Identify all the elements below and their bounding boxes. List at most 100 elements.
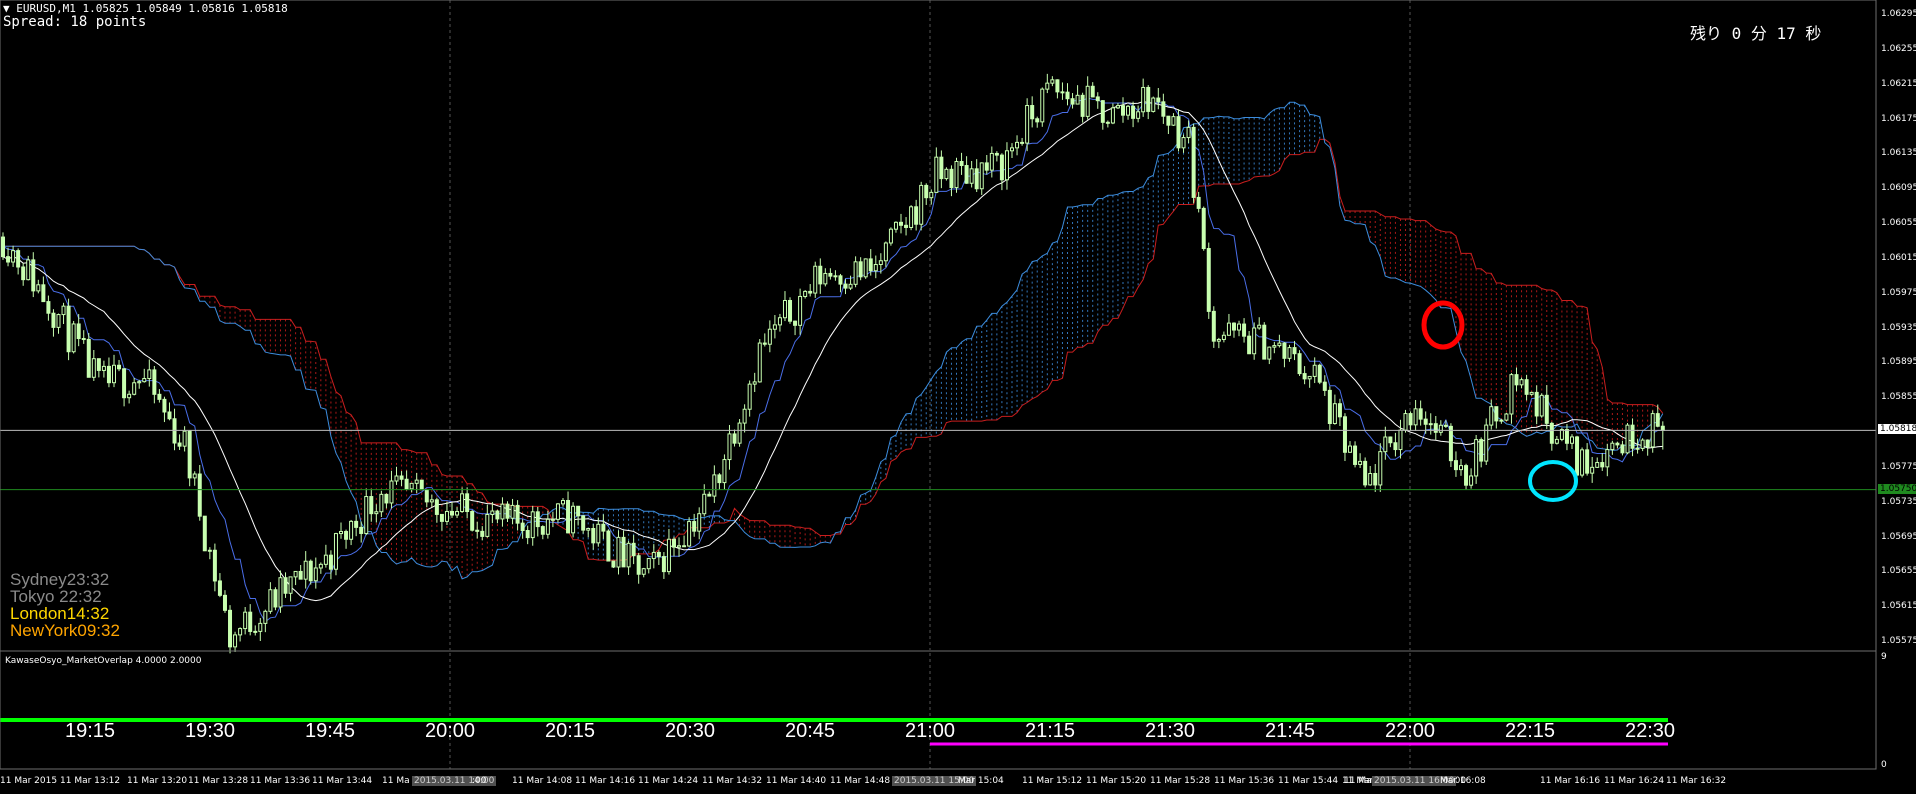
candle-body: [929, 191, 934, 199]
candle-body: [132, 382, 137, 395]
candle-body: [91, 358, 96, 378]
time-tick-label: 11 Mar 13:12: [60, 776, 121, 786]
candle: [833, 270, 838, 281]
candle: [1070, 93, 1075, 109]
hour-label: 19:15: [64, 720, 116, 742]
candle: [333, 532, 338, 576]
candle-body: [480, 530, 485, 537]
candle: [1504, 412, 1509, 422]
time-tick-label: 11 Mar 14:16: [575, 776, 636, 786]
candle-body: [207, 549, 212, 552]
candle: [1181, 134, 1186, 153]
candle: [1660, 421, 1665, 450]
candle-body: [1403, 413, 1408, 431]
candle-body: [530, 511, 535, 539]
time-tick-label: 11 Mar 13:44: [312, 776, 373, 786]
candle-body: [1388, 436, 1393, 444]
price-tick-label: 1.06255: [1881, 43, 1916, 54]
candle-body: [1146, 86, 1151, 112]
candle-body: [399, 475, 404, 480]
time-tick-label: 11 Mar 15:12: [1022, 776, 1083, 786]
candle-body: [278, 577, 283, 608]
candle-body: [793, 320, 798, 326]
price-chart[interactable]: [0, 0, 1916, 794]
candle-body: [646, 558, 651, 570]
candle: [969, 160, 974, 188]
indicator-lines: [2, 97, 1663, 623]
candle: [1025, 98, 1030, 152]
hour-label: 19:45: [304, 720, 356, 742]
candle: [803, 290, 808, 299]
candle-body: [117, 364, 122, 370]
candle-body: [1635, 447, 1640, 450]
candle-body: [142, 378, 147, 383]
candle-body: [1060, 91, 1065, 94]
candle-body: [202, 515, 207, 552]
candle: [808, 284, 813, 297]
candle: [934, 147, 939, 193]
candle: [66, 298, 71, 361]
candle-body: [611, 560, 616, 568]
candle-body: [1524, 379, 1529, 395]
candle-body: [253, 630, 258, 633]
candle: [1141, 78, 1146, 117]
candle-body: [359, 526, 364, 534]
candle-body: [298, 570, 303, 580]
candle-body: [1610, 442, 1615, 451]
candle-body: [717, 474, 722, 484]
candle: [1348, 441, 1353, 453]
candle-body: [333, 533, 338, 570]
candle-body: [1085, 85, 1090, 117]
candle: [571, 502, 576, 538]
indicator-title: KawaseOsyo_MarketOverlap 4.0000 2.0000: [5, 656, 202, 666]
candle: [1242, 318, 1247, 343]
candle-body: [147, 369, 152, 380]
candle: [1393, 432, 1398, 457]
candle-body: [238, 628, 243, 636]
candle: [21, 263, 26, 286]
candle: [919, 181, 924, 231]
candle-body: [101, 365, 106, 371]
candle-body: [1196, 196, 1201, 209]
candle-body: [1448, 425, 1453, 462]
candle: [127, 390, 132, 404]
candle-body: [666, 538, 671, 573]
candle-body: [248, 611, 253, 632]
candle: [651, 544, 656, 569]
candle-body: [959, 160, 964, 167]
candle-body: [535, 511, 540, 528]
candle-body: [379, 493, 384, 513]
candle-body: [1070, 98, 1075, 105]
candle: [1650, 410, 1655, 453]
candle-body: [737, 422, 742, 444]
candle: [1171, 113, 1176, 126]
candle: [248, 604, 253, 636]
candle: [525, 525, 530, 545]
candle-body: [1398, 429, 1403, 451]
candle-body: [1433, 423, 1438, 433]
candle-body: [1348, 445, 1353, 453]
candle-body: [697, 513, 702, 532]
candle-body: [404, 478, 409, 490]
candle: [782, 291, 787, 322]
candle-body: [1630, 424, 1635, 449]
candle: [172, 408, 177, 451]
candle-body: [46, 301, 51, 314]
candle: [1151, 96, 1156, 113]
candle: [1453, 451, 1458, 477]
candle: [197, 465, 202, 521]
candle: [661, 552, 666, 579]
candle: [1494, 406, 1499, 429]
candle: [212, 543, 217, 592]
candle-body: [1312, 364, 1317, 377]
candle-body: [1216, 338, 1221, 342]
candle: [1020, 137, 1025, 146]
candle: [394, 466, 399, 485]
candle-body: [1045, 82, 1050, 90]
candle: [964, 156, 969, 184]
candle: [1045, 73, 1050, 94]
candle: [328, 550, 333, 580]
candle-body: [1373, 473, 1378, 486]
candle: [86, 332, 91, 378]
candle: [984, 155, 989, 175]
